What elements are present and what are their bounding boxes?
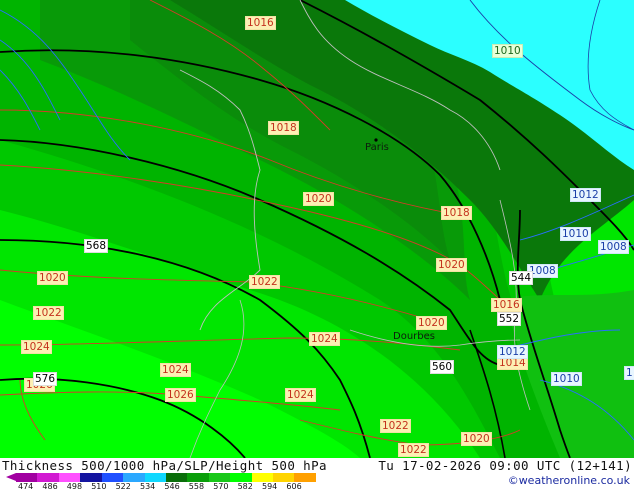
slp-label: 1016 bbox=[491, 298, 522, 312]
slp-label: 1016 bbox=[245, 16, 276, 30]
slp-label: 1024 bbox=[309, 332, 340, 346]
slp-label-blue: 1008 bbox=[598, 240, 629, 254]
colorbar-segment bbox=[123, 473, 145, 482]
slp-label: 1022 bbox=[249, 275, 280, 289]
colorbar-segment bbox=[16, 473, 38, 482]
colorbar bbox=[16, 473, 316, 482]
footer: Thickness 500/1000 hPa/SLP/Height 500 hP… bbox=[0, 458, 634, 491]
city-label-dourbes: Dourbes bbox=[393, 331, 435, 342]
slp-label: 1024 bbox=[21, 340, 52, 354]
slp-label-blue: 1 bbox=[624, 366, 634, 380]
slp-label: 1026 bbox=[165, 388, 196, 402]
colorbar-segment bbox=[251, 473, 274, 482]
height-label: 544 bbox=[509, 271, 534, 285]
valid-datetime: Tu 17-02-2026 09:00 UTC (12+141) bbox=[378, 458, 632, 473]
slp-label: 1018 bbox=[268, 121, 299, 135]
colorbar-segment bbox=[230, 473, 252, 482]
colorbar-segment bbox=[273, 473, 295, 482]
slp-label: 1022 bbox=[398, 443, 429, 457]
slp-label: 1018 bbox=[441, 206, 472, 220]
height-label: 576 bbox=[33, 372, 58, 386]
map-title: Thickness 500/1000 hPa/SLP/Height 500 hP… bbox=[2, 458, 327, 473]
slp-label-green: 1010 bbox=[492, 44, 523, 58]
colorbar-segment bbox=[294, 473, 316, 482]
slp-label-blue: 1012 bbox=[497, 345, 528, 359]
height-label: 568 bbox=[84, 239, 109, 253]
slp-label: 1022 bbox=[380, 419, 411, 433]
slp-label: 1020 bbox=[416, 316, 447, 330]
colorbar-segment bbox=[165, 473, 188, 482]
colorbar-segment bbox=[37, 473, 59, 482]
weather-map: Paris Dourbes 1016 1018 1020 1018 1020 1… bbox=[0, 0, 634, 458]
colorbar-segment bbox=[144, 473, 166, 482]
colorbar-segment bbox=[80, 473, 102, 482]
slp-label-blue: 1010 bbox=[560, 227, 591, 241]
slp-label: 1024 bbox=[160, 363, 191, 377]
slp-label-blue: 1010 bbox=[551, 372, 582, 386]
colorbar-segment bbox=[208, 473, 231, 482]
height-label: 552 bbox=[497, 312, 522, 326]
city-label-paris: Paris bbox=[365, 142, 389, 153]
colorbar-segment bbox=[58, 473, 81, 482]
colorbar-segment bbox=[101, 473, 124, 482]
colorbar-min-arrow bbox=[6, 473, 16, 481]
slp-label: 1020 bbox=[436, 258, 467, 272]
slp-label: 1020 bbox=[303, 192, 334, 206]
height-label: 560 bbox=[430, 360, 455, 374]
credit-link[interactable]: ©weatheronline.co.uk bbox=[508, 474, 630, 487]
slp-label: 1020 bbox=[461, 432, 492, 446]
slp-label: 1022 bbox=[33, 306, 64, 320]
slp-label: 1024 bbox=[285, 388, 316, 402]
colorbar-segment bbox=[187, 473, 209, 482]
map-canvas bbox=[0, 0, 634, 458]
slp-label-blue: 1012 bbox=[570, 188, 601, 202]
slp-label: 1020 bbox=[37, 271, 68, 285]
